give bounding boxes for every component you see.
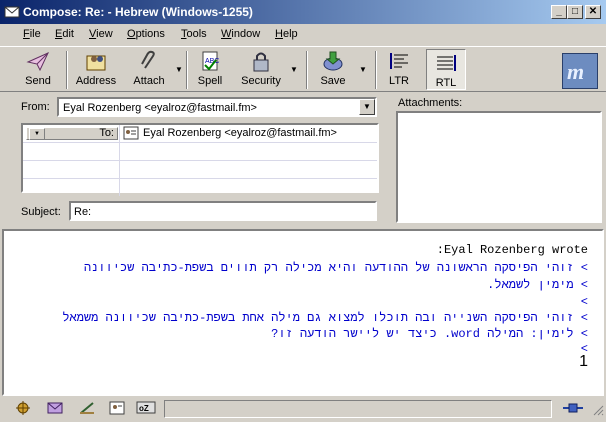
resize-grip[interactable] (592, 404, 604, 416)
lock-icon (249, 50, 273, 72)
recipient-type-label: To: (99, 127, 114, 139)
spellcheck-icon: ABC (198, 50, 222, 72)
from-dropdown-icon[interactable]: ▼ (359, 99, 375, 115)
menu-file[interactable]: File (23, 28, 41, 40)
panel-splitter[interactable] (386, 93, 390, 225)
recipient-type-cell (23, 179, 120, 196)
recipient-type-dropdown-icon[interactable]: ▼ (29, 128, 45, 140)
subject-value: Re: (74, 206, 92, 218)
body-line: > מימין לשמאל. (487, 278, 588, 292)
address-book-icon (84, 50, 108, 72)
recipient-row-empty[interactable] (23, 179, 377, 196)
address-button[interactable]: Address (74, 50, 118, 90)
toolbar-separator (186, 51, 188, 89)
address-panel: From: Eyal Rozenberg <eyalroz@fastmail.f… (17, 93, 383, 223)
align-right-icon (434, 52, 458, 74)
subject-input[interactable]: Re: (69, 201, 377, 221)
chat-icon[interactable]: oZ (136, 400, 156, 416)
composer-icon[interactable] (78, 400, 96, 416)
save-icon (321, 50, 345, 72)
status-text (164, 400, 552, 418)
svg-text:m: m (567, 59, 584, 84)
recipient-type-cell: ▼ To: (23, 125, 120, 142)
toolbar-separator (375, 51, 377, 89)
close-button[interactable]: ✕ (585, 5, 601, 19)
recipient-row-empty[interactable] (23, 143, 377, 161)
recipient-address[interactable]: Eyal Rozenberg <eyalroz@fastmail.fm> (143, 127, 337, 139)
menu-tools[interactable]: Tools (181, 28, 207, 40)
attachments-panel: Attachments: (392, 93, 604, 225)
recipient-row[interactable]: ▼ To: Eyal Rozenberg <eyalroz@fastmail.f… (23, 125, 377, 143)
send-icon (26, 50, 50, 72)
status-bar: oZ (0, 398, 606, 422)
address-book-icon[interactable] (108, 400, 126, 416)
body-line: Eyal Rozenberg wrote: (436, 243, 588, 257)
body-line: > לימין: המילה word. כיצד יש ליישר הודעה… (271, 327, 588, 341)
compose-window-icon (4, 4, 20, 20)
body-line: 1 (579, 353, 588, 370)
recipient-type-cell (23, 143, 120, 160)
from-value: Eyal Rozenberg <eyalroz@fastmail.fm> (63, 102, 257, 114)
attach-button[interactable]: Attach (130, 50, 168, 90)
paperclip-icon (137, 50, 161, 72)
from-select[interactable]: Eyal Rozenberg <eyalroz@fastmail.fm> ▼ (57, 97, 377, 117)
send-button[interactable]: Send (20, 50, 56, 90)
from-label: From: (21, 101, 50, 113)
menu-help[interactable]: Help (275, 28, 298, 40)
contact-card-icon (123, 126, 139, 140)
toolbar: Send Address Attach ▼ ABC Spell Security… (0, 46, 606, 92)
navigator-icon[interactable] (14, 400, 32, 416)
recipient-list[interactable]: ▼ To: Eyal Rozenberg <eyalroz@fastmail.f… (21, 123, 379, 196)
save-button[interactable]: Save (316, 50, 350, 90)
menu-bar: File Edit View Options Tools Window Help (0, 25, 606, 45)
attachments-label: Attachments: (398, 97, 463, 109)
mail-icon[interactable] (46, 400, 64, 416)
menu-edit[interactable]: Edit (55, 28, 74, 40)
align-left-icon (387, 50, 411, 72)
security-dropdown-icon[interactable]: ▼ (290, 65, 298, 74)
online-status-icon[interactable] (562, 400, 584, 416)
svg-text:oZ: oZ (139, 404, 149, 413)
minimize-button[interactable]: _ (551, 5, 567, 19)
attachments-list[interactable] (396, 111, 602, 223)
menu-view[interactable]: View (89, 28, 113, 40)
mozilla-logo-icon: m (562, 53, 598, 89)
body-line: > זוהי הפיסקה השנייה ובה תוכלו למצוא גם … (62, 311, 588, 325)
message-body[interactable]: Eyal Rozenberg wrote: > זוהי הפיסקה הראש… (2, 229, 604, 396)
rtl-button[interactable]: RTL (426, 49, 466, 90)
window-title: Compose: Re: - Hebrew (Windows-1255) (23, 5, 253, 19)
save-dropdown-icon[interactable]: ▼ (359, 65, 367, 74)
recipient-type-cell (23, 161, 120, 178)
body-line: > זוהי הפיסקה הראשונה של ההודעה והיא מכי… (83, 261, 588, 275)
toolbar-separator (66, 51, 68, 89)
recipient-row-empty[interactable] (23, 161, 377, 179)
menu-window[interactable]: Window (221, 28, 260, 40)
recipient-type-select[interactable]: ▼ To: (26, 127, 118, 140)
attach-dropdown-icon[interactable]: ▼ (175, 65, 183, 74)
toolbar-separator (306, 51, 308, 89)
subject-label: Subject: (21, 206, 61, 218)
maximize-button[interactable]: □ (567, 5, 583, 19)
body-line: > (580, 295, 588, 309)
security-button[interactable]: Security (238, 50, 284, 90)
spell-button[interactable]: ABC Spell (194, 50, 226, 90)
ltr-button[interactable]: LTR (384, 50, 414, 90)
menu-options[interactable]: Options (127, 28, 165, 40)
title-bar: Compose: Re: - Hebrew (Windows-1255) _ □… (0, 0, 606, 24)
